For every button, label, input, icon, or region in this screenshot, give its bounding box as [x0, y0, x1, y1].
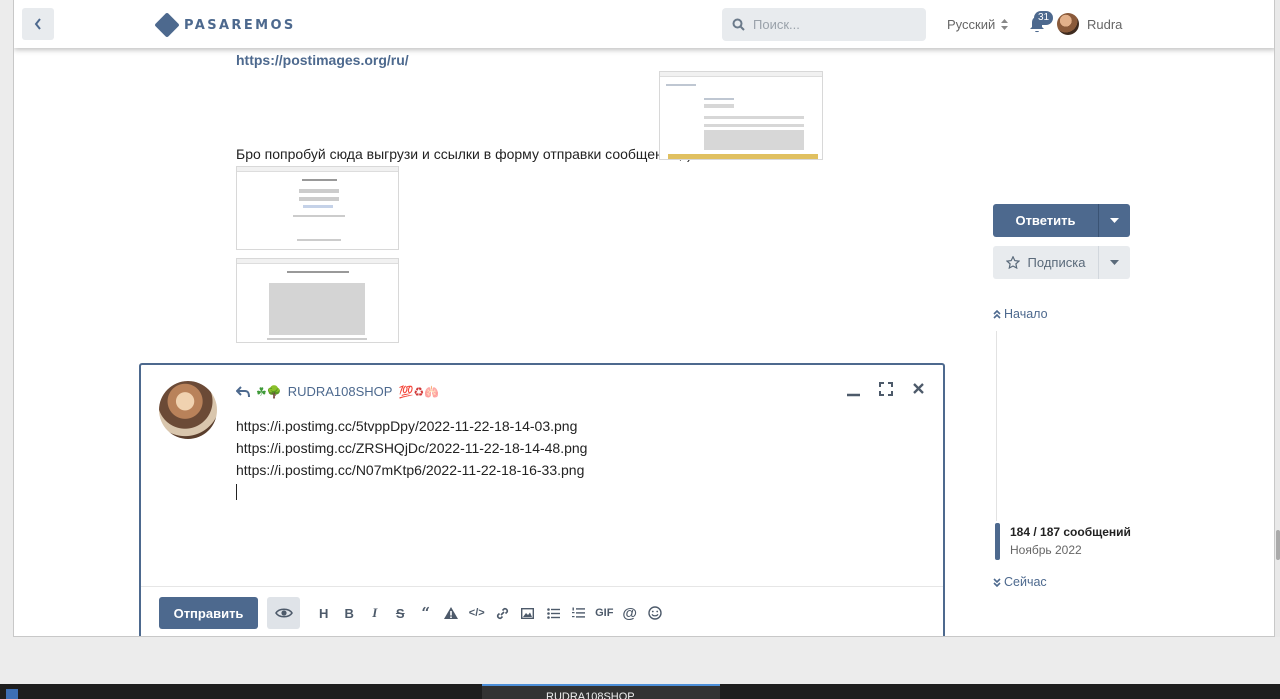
mention-icon[interactable]: @	[617, 603, 643, 623]
preview-button[interactable]	[267, 597, 300, 629]
subscribe-button[interactable]: Подписка	[993, 246, 1099, 279]
site-logo[interactable]: PASAREMOS	[154, 12, 296, 38]
post-content: https://postimages.org/ru/ Бро попробуй …	[236, 52, 696, 162]
search-input[interactable]	[753, 17, 913, 32]
link-icon[interactable]	[490, 603, 516, 623]
text-caret	[236, 484, 237, 500]
reply-button[interactable]: Ответить	[993, 204, 1099, 237]
start-menu-icon[interactable]	[6, 689, 18, 699]
message-editor[interactable]: https://i.postimg.cc/5tvppDpy/2022-11-22…	[236, 415, 587, 500]
language-label: Русский	[947, 17, 996, 32]
reply-button-label: Ответить	[1015, 213, 1076, 228]
suffix-emoji: 💯♻🫁	[398, 384, 440, 399]
timeline-start-link[interactable]: Начало	[993, 307, 1048, 321]
image-icon[interactable]	[515, 603, 541, 623]
subscribe-button-group: Подписка	[993, 246, 1130, 279]
composer-footer: Отправить H B I S “ </> GIF @	[141, 586, 943, 636]
scrollbar-thumb[interactable]	[1276, 530, 1280, 560]
subscribe-button-label: Подписка	[1027, 255, 1086, 270]
quote-icon[interactable]: “	[413, 603, 439, 623]
os-taskbar: RUDRA108SHOP	[0, 684, 1280, 699]
logo-text: PASAREMOS	[184, 17, 296, 33]
post-text: Бро попробуй сюда выгрузи и ссылки в фор…	[236, 146, 696, 162]
post-image-screenshot[interactable]	[659, 71, 823, 160]
sort-icon	[1001, 19, 1009, 30]
double-chevron-up-icon	[993, 309, 1001, 319]
smiley-icon	[648, 606, 662, 620]
notification-badge: 31	[1034, 11, 1054, 25]
taskbar-window-title: RUDRA108SHOP	[546, 691, 635, 699]
back-button[interactable]	[22, 8, 54, 40]
submit-button[interactable]: Отправить	[159, 597, 258, 629]
strikethrough-icon[interactable]: S	[388, 603, 414, 623]
reply-to-user[interactable]: RUDRA108SHOP	[288, 384, 393, 399]
reply-composer: ☘🌳 RUDRA108SHOP 💯♻🫁 https://i.postimg.cc…	[139, 363, 945, 636]
avatar	[159, 381, 217, 439]
gif-icon[interactable]: GIF	[592, 603, 618, 623]
search-icon	[732, 18, 745, 31]
username: Rudra	[1087, 16, 1123, 32]
reply-icon	[236, 385, 250, 397]
eye-icon	[274, 608, 293, 618]
double-chevron-down-icon	[993, 577, 1001, 587]
browser-page: PASAREMOS Русский 31 Rudra https://posti…	[13, 0, 1275, 637]
editor-line: https://i.postimg.cc/5tvppDpy/2022-11-22…	[236, 418, 578, 434]
italic-icon[interactable]: I	[362, 603, 388, 623]
editor-line: https://i.postimg.cc/N07mKtp6/2022-11-22…	[236, 462, 585, 478]
chain-icon	[496, 607, 508, 619]
taskbar-active-window[interactable]: RUDRA108SHOP	[482, 684, 720, 699]
code-icon[interactable]: </>	[464, 603, 490, 623]
timeline-start-label: Начало	[1004, 307, 1048, 321]
user-menu[interactable]: Rudra	[1057, 13, 1122, 35]
timeline-date: Ноябрь 2022	[1010, 543, 1082, 557]
minimize-icon[interactable]	[847, 385, 860, 397]
timeline-now-link[interactable]: Сейчас	[993, 575, 1047, 589]
timeline-post-count: 184 / 187 сообщений	[1010, 525, 1131, 539]
chevron-left-icon	[34, 18, 41, 30]
timeline-now-label: Сейчас	[1004, 575, 1047, 589]
avatar	[1057, 13, 1079, 35]
prefix-emoji: ☘🌳	[256, 384, 282, 399]
star-icon	[1005, 256, 1020, 269]
numbered-list-icon[interactable]	[566, 603, 592, 623]
bullet-list-icon[interactable]	[541, 603, 567, 623]
post-link[interactable]: https://postimages.org/ru/	[236, 52, 409, 68]
formatting-toolbar: H B I S “ </> GIF @	[311, 603, 668, 623]
post-timeline: Начало 184 / 187 сообщений Ноябрь 2022 С…	[993, 307, 1143, 597]
ordered-list-icon	[572, 607, 586, 618]
heading-icon[interactable]: H	[311, 603, 337, 623]
post-image-postimages[interactable]	[236, 166, 399, 250]
fullscreen-icon[interactable]	[879, 382, 893, 396]
picture-icon	[521, 607, 535, 619]
caret-down-icon	[1109, 218, 1119, 223]
timeline-handle[interactable]	[995, 523, 1000, 560]
caret-down-icon	[1109, 260, 1119, 265]
language-select[interactable]: Русский	[947, 17, 1009, 32]
close-icon[interactable]	[912, 382, 925, 395]
subscribe-dropdown-button[interactable]	[1099, 246, 1129, 279]
list-icon	[546, 607, 560, 619]
reply-header: ☘🌳 RUDRA108SHOP 💯♻🫁	[236, 384, 439, 399]
post-image-upload[interactable]	[236, 258, 399, 343]
search-box[interactable]	[722, 8, 926, 41]
editor-line: https://i.postimg.cc/ZRSHQjDc/2022-11-22…	[236, 440, 588, 456]
logo-icon	[154, 12, 180, 38]
timeline-rail[interactable]	[996, 331, 997, 521]
reply-button-group: Ответить	[993, 204, 1130, 237]
reply-dropdown-button[interactable]	[1099, 204, 1129, 237]
bold-icon[interactable]: B	[337, 603, 363, 623]
spoiler-icon[interactable]	[439, 603, 465, 623]
warning-icon	[444, 607, 459, 619]
top-navigation: PASAREMOS Русский 31 Rudra	[14, 0, 1274, 48]
emoji-icon[interactable]	[643, 603, 669, 623]
